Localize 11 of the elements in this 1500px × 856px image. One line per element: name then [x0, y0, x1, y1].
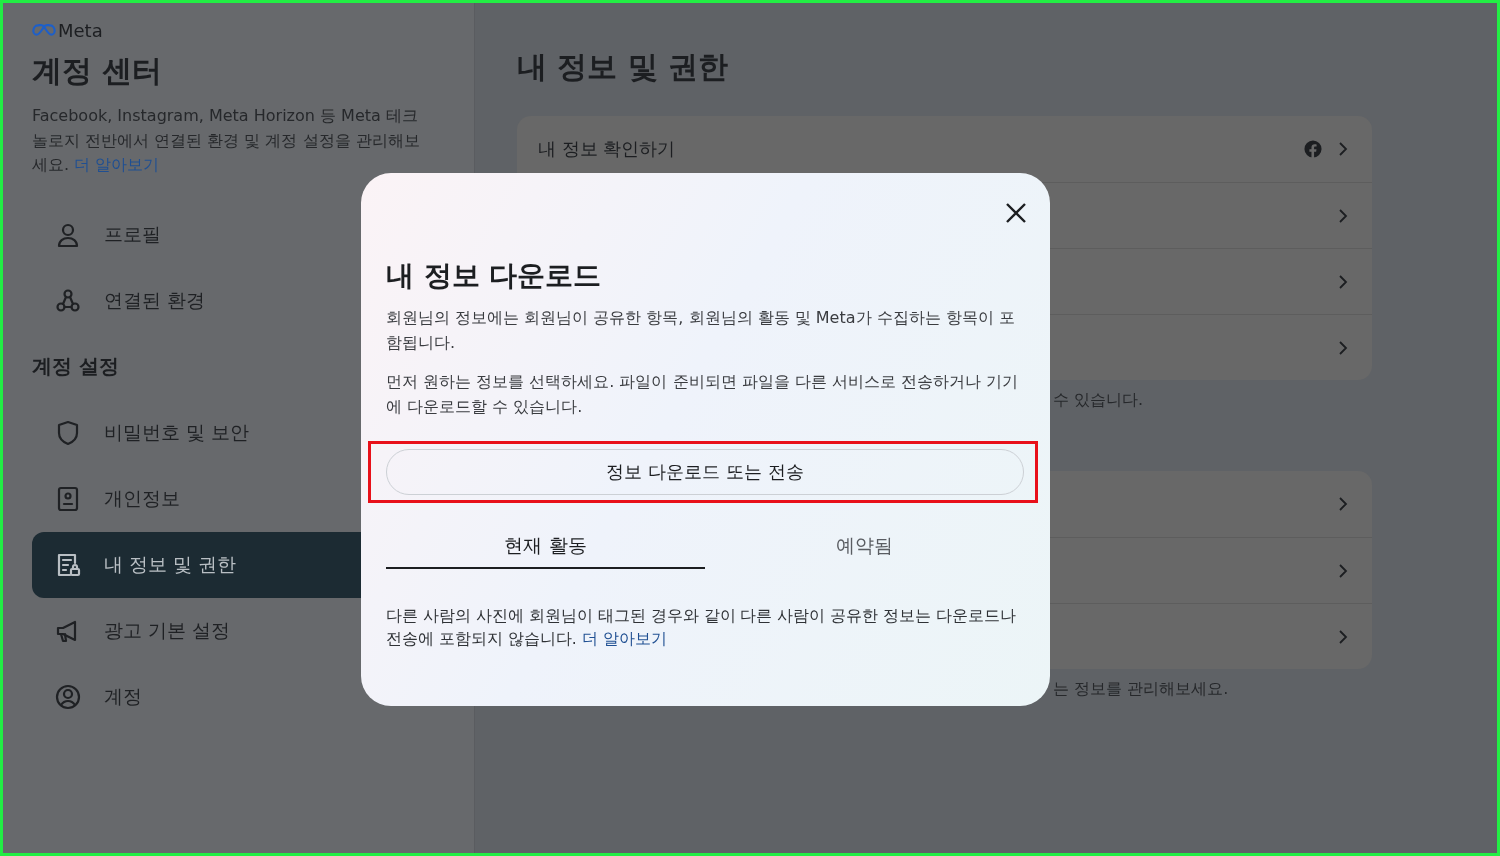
dialog-paragraph: 먼저 원하는 정보를 선택하세요. 파일이 준비되면 파일을 다른 서비스로 전송하거나 기기에 다운로드할 수 있습니다.: [386, 371, 1019, 418]
card-note: 는 정보를 관리해보세요.: [1053, 679, 1229, 700]
dialog-note: 다른 사람의 사진에 회원님이 태그된 경우와 같이 다른 사람이 공유한 정보는 다운로드나 전송에 포함되지 않습니다. 더 알아보기: [386, 606, 1018, 650]
sidebar-description: Facebook, Instagram, Meta Horizon 등 Meta 테크놀로지 전반에서 연결된 환경 및 계정 설정을 관리해보세요. 더 알아보기: [32, 105, 421, 176]
section-title: 계정 설정: [32, 353, 119, 380]
brand-name: Meta: [58, 19, 103, 41]
dialog-title: 내 정보 다운로드: [386, 258, 603, 294]
sidebar-title: 계정 센터: [32, 52, 164, 90]
page-title: 내 정보 및 권한: [517, 48, 730, 86]
dialog-paragraph: 회원님의 정보에는 회원님이 공유한 항목, 회원님의 활동 및 Meta가 수집하는 항목이 포함됩니다.: [386, 307, 1016, 354]
card-note: 수 있습니다.: [1053, 390, 1144, 411]
